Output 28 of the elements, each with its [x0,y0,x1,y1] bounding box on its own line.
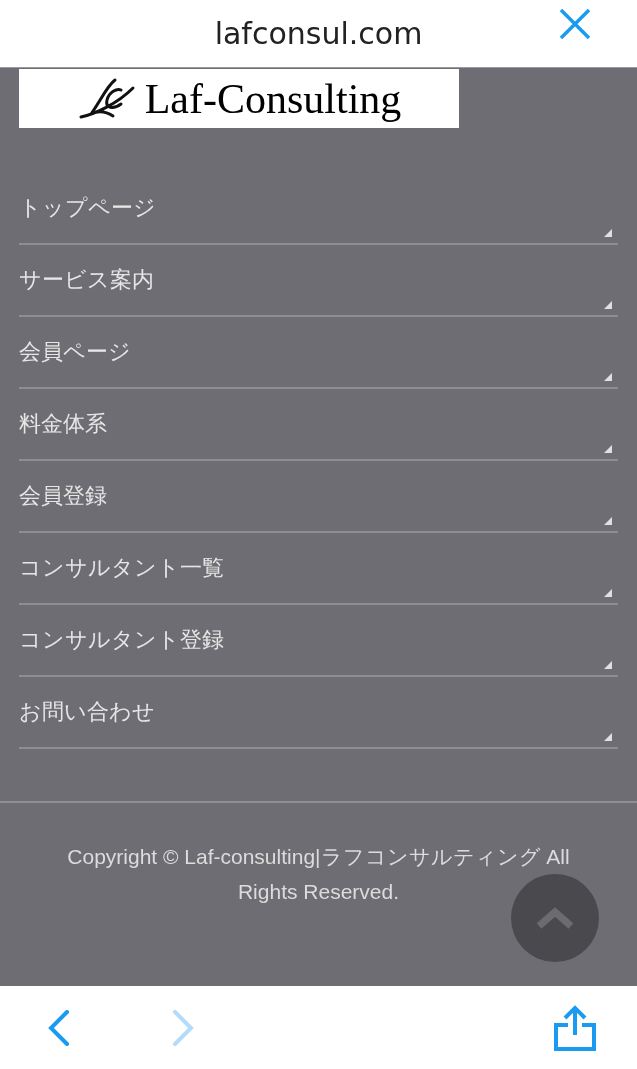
corner-triangle-icon [604,373,612,381]
chevron-right-icon [172,1009,194,1046]
menu-item[interactable]: 料金体系 [19,389,618,461]
corner-triangle-icon [604,301,612,309]
menu-item[interactable]: 会員登録 [19,461,618,533]
corner-triangle-icon [604,661,612,669]
corner-triangle-icon [604,733,612,741]
menu-item[interactable]: トップページ [19,173,618,245]
corner-triangle-icon [604,517,612,525]
menu-item[interactable]: お問い合わせ [19,677,618,749]
chevron-left-icon [48,1009,70,1046]
logo-text: Laf-Consulting [144,77,402,120]
corner-triangle-icon [604,589,612,597]
copyright-text: Copyright © Laf-consulting|ラフコンサルティング All Rights Reserved. [66,844,571,905]
close-button[interactable] [557,6,593,42]
menu-item[interactable]: 会員ページ [19,317,618,389]
menu-item[interactable]: コンサルタント登録 [19,605,618,677]
corner-triangle-icon [604,445,612,453]
share-button[interactable] [553,1003,597,1052]
back-button[interactable] [48,1007,72,1048]
page-address: lafconsul.com [214,15,423,53]
chevron-up-icon [535,906,575,930]
menu-item[interactable]: サービス案内 [19,245,618,317]
menu-item[interactable]: コンサルタント一覧 [19,533,618,605]
close-icon [559,8,591,40]
share-icon [554,1004,596,1051]
logo-banner[interactable]: Laf-Consulting [19,69,459,128]
corner-triangle-icon [604,229,612,237]
